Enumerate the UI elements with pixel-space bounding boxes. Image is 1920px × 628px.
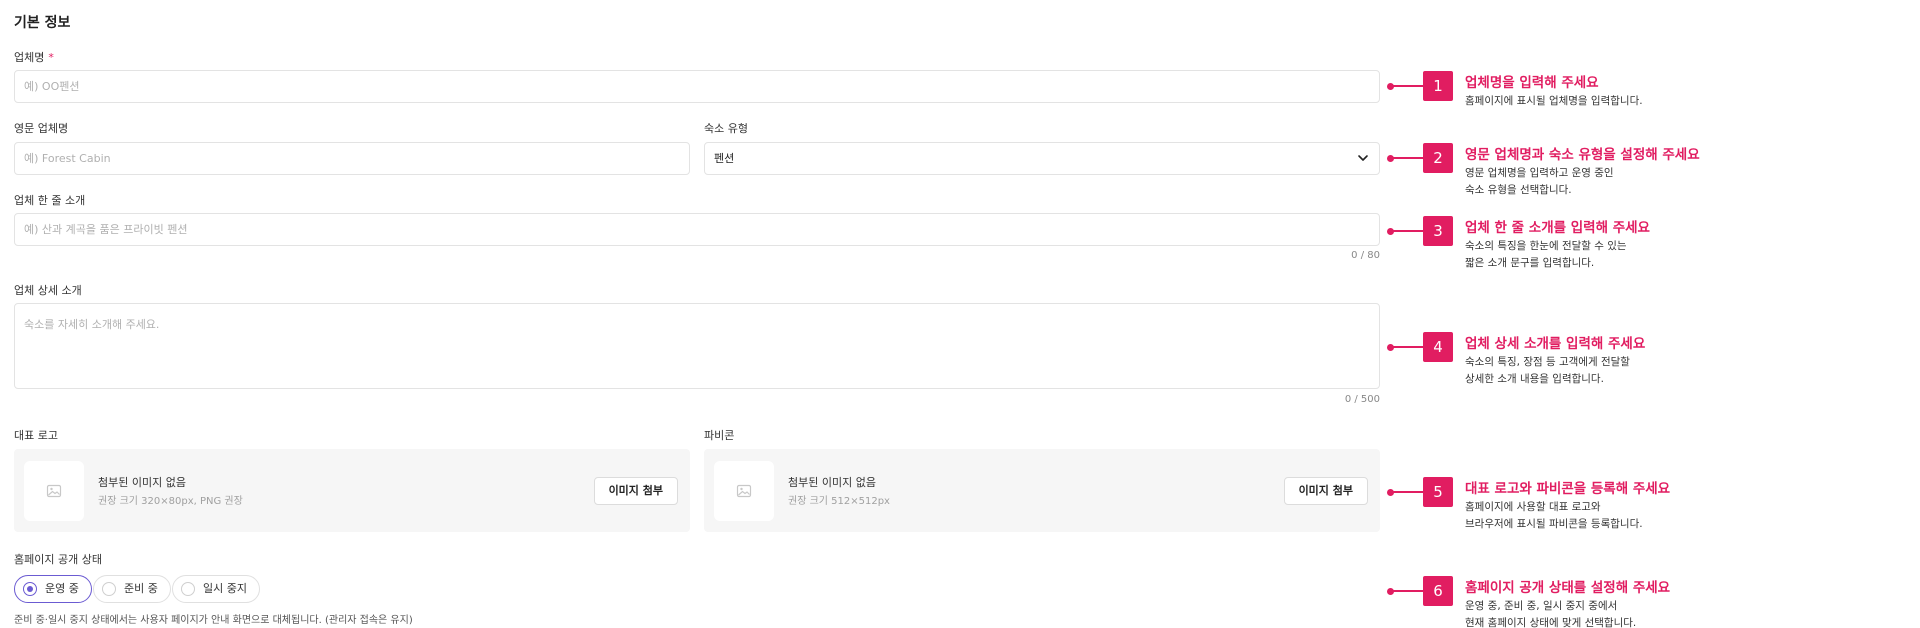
callout-4: 4 업체 상세 소개를 입력해 주세요 숙소의 특징, 장점 등 고객에게 전달… bbox=[1387, 331, 1910, 401]
detail-intro-textarea[interactable]: 숙소를 자세히 소개해 주세요. bbox=[14, 303, 1380, 389]
callout-line bbox=[1390, 230, 1424, 232]
business-name-placeholder: 예) OO펜션 bbox=[24, 80, 80, 93]
logo-thumbnail bbox=[24, 461, 84, 521]
radio-icon bbox=[102, 582, 116, 596]
callout-number: 3 bbox=[1423, 216, 1453, 246]
status-option-label: 일시 중지 bbox=[203, 582, 247, 595]
logo-empty-text: 첨부된 이미지 없음 bbox=[98, 476, 186, 489]
callout-line bbox=[1390, 346, 1424, 348]
callout-desc: 숙소의 특징, 장점 등 고객에게 전달할 상세한 소개 내용을 입력합니다. bbox=[1465, 356, 1630, 385]
callout-number: 2 bbox=[1423, 143, 1453, 173]
english-name-placeholder: 예) Forest Cabin bbox=[24, 152, 111, 165]
section-title: 기본 정보 bbox=[14, 15, 71, 31]
callout-6: 6 홈페이지 공개 상태를 설정해 주세요 운영 중, 준비 중, 일시 중지 … bbox=[1387, 575, 1910, 628]
callout-number: 5 bbox=[1423, 477, 1453, 507]
lodging-type-value: 펜션 bbox=[714, 152, 735, 165]
callout-desc: 숙소의 특징을 한눈에 전달할 수 있는 짧은 소개 문구를 입력합니다. bbox=[1465, 240, 1627, 269]
callout-3: 3 업체 한 줄 소개를 입력해 주세요 숙소의 특징을 한눈에 전달할 수 있… bbox=[1387, 215, 1910, 285]
callout-desc: 홈페이지에 사용할 대표 로고와 브라우저에 표시될 파비콘을 등록합니다. bbox=[1465, 501, 1643, 530]
logo-upload-box: 첨부된 이미지 없음 권장 크기 320×80px, PNG 권장 이미지 첨부 bbox=[14, 449, 690, 532]
detail-intro-label: 업체 상세 소개 bbox=[14, 284, 82, 297]
favicon-upload-box: 첨부된 이미지 없음 권장 크기 512×512px 이미지 첨부 bbox=[704, 449, 1380, 532]
chevron-down-icon bbox=[1358, 155, 1368, 161]
callout-5: 5 대표 로고와 파비콘을 등록해 주세요 홈페이지에 사용할 대표 로고와 브… bbox=[1387, 476, 1910, 546]
status-note: 준비 중·일시 중지 상태에서는 사용자 페이지가 안내 화면으로 대체됩니다.… bbox=[14, 615, 413, 626]
business-name-label-text: 업체명 bbox=[14, 51, 45, 64]
one-line-intro-input[interactable]: 예) 산과 계곡을 품은 프라이빗 펜션 bbox=[14, 213, 1380, 246]
callout-line bbox=[1390, 590, 1424, 592]
callout-line bbox=[1390, 85, 1424, 87]
callout-1: 1 업체명을 입력해 주세요 홈페이지에 표시될 업체명을 입력합니다. bbox=[1387, 70, 1910, 140]
status-label: 홈페이지 공개 상태 bbox=[14, 553, 102, 566]
english-name-input[interactable]: 예) Forest Cabin bbox=[14, 142, 690, 175]
callout-number: 4 bbox=[1423, 332, 1453, 362]
image-icon bbox=[46, 484, 62, 498]
callout-title: 홈페이지 공개 상태를 설정해 주세요 bbox=[1465, 580, 1671, 596]
callout-title: 업체명을 입력해 주세요 bbox=[1465, 75, 1599, 91]
lodging-type-label: 숙소 유형 bbox=[704, 122, 748, 135]
callout-2: 2 영문 업체명과 숙소 유형을 설정해 주세요 영문 업체명을 입력하고 운영… bbox=[1387, 142, 1910, 212]
callout-number: 6 bbox=[1423, 576, 1453, 606]
favicon-attach-button[interactable]: 이미지 첨부 bbox=[1283, 477, 1368, 505]
one-line-intro-label: 업체 한 줄 소개 bbox=[14, 194, 86, 207]
business-name-label: 업체명 * bbox=[14, 49, 54, 65]
image-icon bbox=[736, 484, 752, 498]
callout-desc: 운영 중, 준비 중, 일시 중지 중에서 현재 홈페이지 상태에 맞게 선택합… bbox=[1465, 600, 1637, 628]
status-option-paused[interactable]: 일시 중지 bbox=[172, 575, 260, 603]
radio-selected-icon bbox=[23, 582, 37, 596]
logo-label: 대표 로고 bbox=[14, 429, 58, 442]
status-option-operating[interactable]: 운영 중 bbox=[14, 575, 92, 603]
logo-hint: 권장 크기 320×80px, PNG 권장 bbox=[98, 496, 243, 507]
callout-line bbox=[1390, 157, 1424, 159]
status-option-preparing[interactable]: 준비 중 bbox=[93, 575, 171, 603]
callout-line bbox=[1390, 491, 1424, 493]
lodging-type-select[interactable]: 펜션 bbox=[704, 142, 1380, 175]
business-name-input[interactable]: 예) OO펜션 bbox=[14, 70, 1380, 103]
callout-title: 영문 업체명과 숙소 유형을 설정해 주세요 bbox=[1465, 147, 1700, 163]
one-line-intro-counter: 0 / 80 bbox=[1351, 250, 1380, 261]
favicon-hint: 권장 크기 512×512px bbox=[788, 496, 890, 507]
status-option-label: 운영 중 bbox=[45, 582, 79, 595]
detail-intro-placeholder: 숙소를 자세히 소개해 주세요. bbox=[24, 318, 160, 331]
callout-title: 업체 한 줄 소개를 입력해 주세요 bbox=[1465, 220, 1650, 236]
required-mark: * bbox=[48, 51, 54, 64]
english-name-label: 영문 업체명 bbox=[14, 122, 69, 135]
detail-intro-counter: 0 / 500 bbox=[1344, 394, 1380, 405]
callout-desc: 홈페이지에 표시될 업체명을 입력합니다. bbox=[1465, 95, 1643, 107]
logo-attach-button[interactable]: 이미지 첨부 bbox=[593, 477, 678, 505]
callout-number: 1 bbox=[1423, 71, 1453, 101]
status-option-label: 준비 중 bbox=[124, 582, 158, 595]
callout-title: 대표 로고와 파비콘을 등록해 주세요 bbox=[1465, 481, 1671, 497]
radio-icon bbox=[181, 582, 195, 596]
favicon-thumbnail bbox=[714, 461, 774, 521]
one-line-intro-placeholder: 예) 산과 계곡을 품은 프라이빗 펜션 bbox=[24, 223, 188, 236]
favicon-label: 파비콘 bbox=[704, 429, 735, 442]
callout-title: 업체 상세 소개를 입력해 주세요 bbox=[1465, 336, 1646, 352]
callout-desc: 영문 업체명을 입력하고 운영 중인 숙소 유형을 선택합니다. bbox=[1465, 167, 1614, 196]
favicon-empty-text: 첨부된 이미지 없음 bbox=[788, 476, 876, 489]
